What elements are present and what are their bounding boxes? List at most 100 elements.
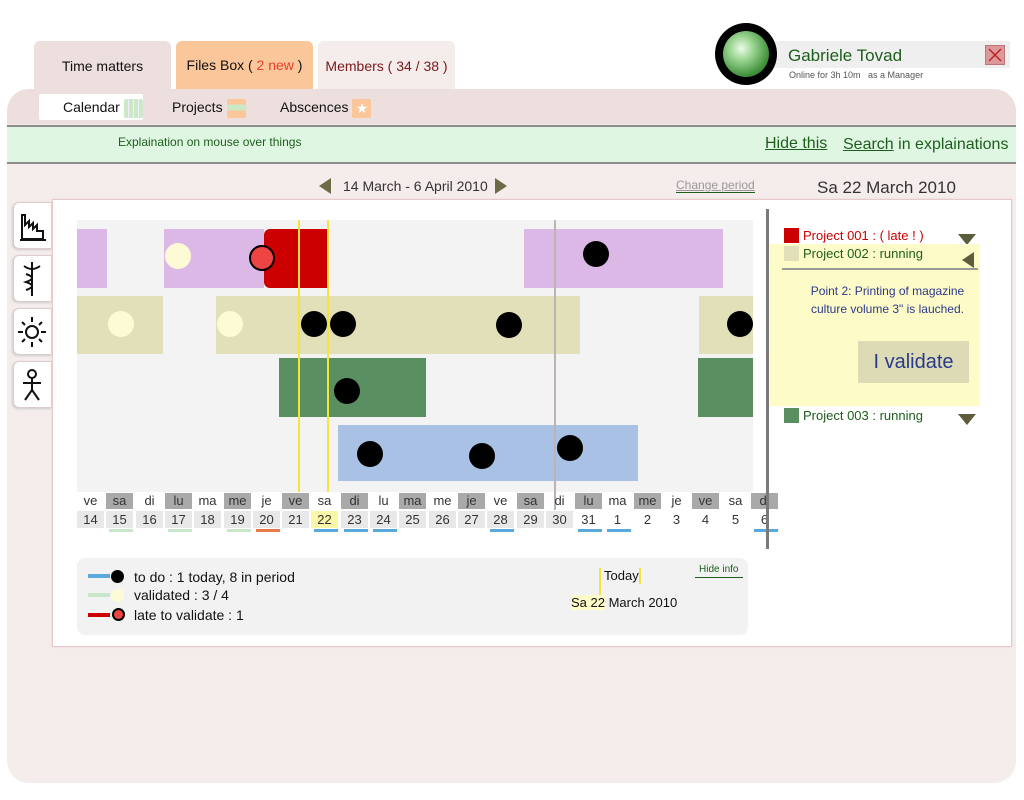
search-link[interactable]: Search xyxy=(843,136,894,153)
day-number[interactable]: 29 xyxy=(517,511,544,528)
todo-point[interactable] xyxy=(557,435,583,461)
subnav-calendar[interactable]: Calendar xyxy=(63,95,143,119)
weekday-label: ma xyxy=(608,493,627,508)
day-number[interactable]: 4 xyxy=(692,511,719,528)
project-002-color xyxy=(784,246,799,261)
change-period-link[interactable]: Change period xyxy=(676,178,755,193)
tab-time-matters[interactable]: Time matters xyxy=(34,41,171,89)
project-003-item[interactable]: Project 003 : running xyxy=(784,408,923,424)
day-number[interactable]: 5 xyxy=(722,511,749,528)
weekday-label: je xyxy=(458,493,485,509)
subnav-calendar-label: Calendar xyxy=(63,99,120,115)
project-002-bar[interactable] xyxy=(216,296,580,354)
todo-point[interactable] xyxy=(469,443,495,469)
late-point[interactable] xyxy=(249,245,275,271)
day-status-line xyxy=(168,529,192,532)
weekday-label: sa xyxy=(728,493,743,508)
side-button-factory[interactable] xyxy=(13,202,52,249)
weekday-label: je xyxy=(261,493,272,508)
subnav-absences-label: Abscences xyxy=(280,99,349,115)
close-button[interactable] xyxy=(985,45,1005,65)
tab-members[interactable]: Members ( 34 / 38 ) xyxy=(318,41,455,89)
todo-point[interactable] xyxy=(496,312,522,338)
weekday-label: sa xyxy=(317,493,332,508)
hide-explanation-link[interactable]: Hide this xyxy=(765,135,827,153)
day-number[interactable]: 3 xyxy=(663,511,690,528)
side-button-sun[interactable] xyxy=(13,308,52,355)
day-status-line xyxy=(344,529,368,532)
validate-button-label: I validate xyxy=(873,351,954,373)
day-number[interactable]: 21 xyxy=(282,511,309,528)
factory-icon xyxy=(20,214,46,241)
legend-validated-line xyxy=(88,593,110,597)
search-suffix: in explainations xyxy=(893,136,1009,153)
project-002-label: Project 002 : running xyxy=(803,246,923,261)
subnav-absences[interactable]: Abscences ★ xyxy=(280,95,372,119)
day-number[interactable]: 18 xyxy=(194,511,221,528)
todo-point[interactable] xyxy=(357,441,383,467)
day-number[interactable]: 30 xyxy=(546,511,573,528)
day-number[interactable]: 17 xyxy=(165,511,192,528)
tab-members-label: Members ( 34 / 38 ) xyxy=(325,58,448,74)
day-number[interactable]: 25 xyxy=(399,511,426,528)
expand-project-003-icon[interactable] xyxy=(958,414,976,425)
day-number[interactable]: 1 xyxy=(604,511,631,528)
day-number[interactable]: 20 xyxy=(253,511,280,528)
today-legend-date-rest: March 2010 xyxy=(604,595,678,610)
subnav-projects[interactable]: Projects xyxy=(172,95,246,119)
legend-validated-dot xyxy=(111,589,124,602)
side-button-health[interactable] xyxy=(13,255,52,302)
day-number[interactable]: 28 xyxy=(487,511,514,528)
collapse-project-002-icon[interactable] xyxy=(962,252,974,268)
weekday-label: di xyxy=(554,493,565,508)
tab-files-box-prefix: Files Box ( xyxy=(186,57,257,73)
project-001-color xyxy=(784,228,799,243)
validated-point[interactable] xyxy=(217,311,243,337)
legend-validated-text: validated : 3 / 4 xyxy=(134,587,229,603)
day-number[interactable]: 2 xyxy=(634,511,661,528)
day-number[interactable]: 22 xyxy=(311,511,338,528)
project-003-bar[interactable] xyxy=(698,358,753,417)
todo-point[interactable] xyxy=(301,311,327,337)
weekday-label: sa xyxy=(517,493,544,509)
project-001-bar[interactable] xyxy=(77,229,107,288)
today-legend-date-highlight: Sa 22 xyxy=(571,595,605,610)
project-001-item[interactable]: Project 001 : ( late ! ) xyxy=(784,228,924,244)
day-number[interactable]: 26 xyxy=(429,511,456,528)
day-number[interactable]: 31 xyxy=(575,511,602,528)
legend-todo-text: to do : 1 today, 8 in period xyxy=(134,569,295,585)
day-number[interactable]: 16 xyxy=(136,511,163,528)
weekday-label: lu xyxy=(378,493,389,508)
day-number[interactable]: 24 xyxy=(370,511,397,528)
avatar[interactable] xyxy=(715,23,777,85)
validated-point[interactable] xyxy=(108,311,134,337)
hide-info-link[interactable]: Hide info xyxy=(695,564,743,578)
day-number[interactable]: 6 xyxy=(751,511,778,528)
today-legend-date: Sa 22 March 2010 xyxy=(571,595,677,610)
validate-button[interactable]: I validate xyxy=(858,341,969,383)
todo-point[interactable] xyxy=(727,311,753,337)
todo-point[interactable] xyxy=(583,241,609,267)
todo-point[interactable] xyxy=(330,311,356,337)
selected-date: Sa 22 March 2010 xyxy=(817,178,956,197)
previous-period-button[interactable] xyxy=(319,178,331,194)
day-status-line xyxy=(314,529,338,532)
avatar-sphere xyxy=(723,31,769,77)
day-number[interactable]: 27 xyxy=(458,511,485,528)
legend-late-line xyxy=(88,613,110,617)
tab-time-matters-label: Time matters xyxy=(61,58,144,74)
day-number[interactable]: 23 xyxy=(341,511,368,528)
day-number[interactable]: 15 xyxy=(106,511,133,528)
tab-files-box[interactable]: Files Box ( 2 new ) xyxy=(176,41,313,89)
validated-point[interactable] xyxy=(165,243,191,269)
day-number[interactable]: 19 xyxy=(224,511,251,528)
day-number[interactable]: 14 xyxy=(77,511,104,528)
todo-point[interactable] xyxy=(334,378,360,404)
user-status: Online for 3h 10m as a Manager xyxy=(789,70,924,80)
caduceus-icon xyxy=(22,262,41,296)
weekday-label: di xyxy=(751,493,778,509)
side-button-person[interactable] xyxy=(13,361,52,408)
project-002-item[interactable]: Project 002 : running xyxy=(784,246,923,262)
next-period-button[interactable] xyxy=(495,178,507,194)
today-marker-line xyxy=(298,220,300,492)
